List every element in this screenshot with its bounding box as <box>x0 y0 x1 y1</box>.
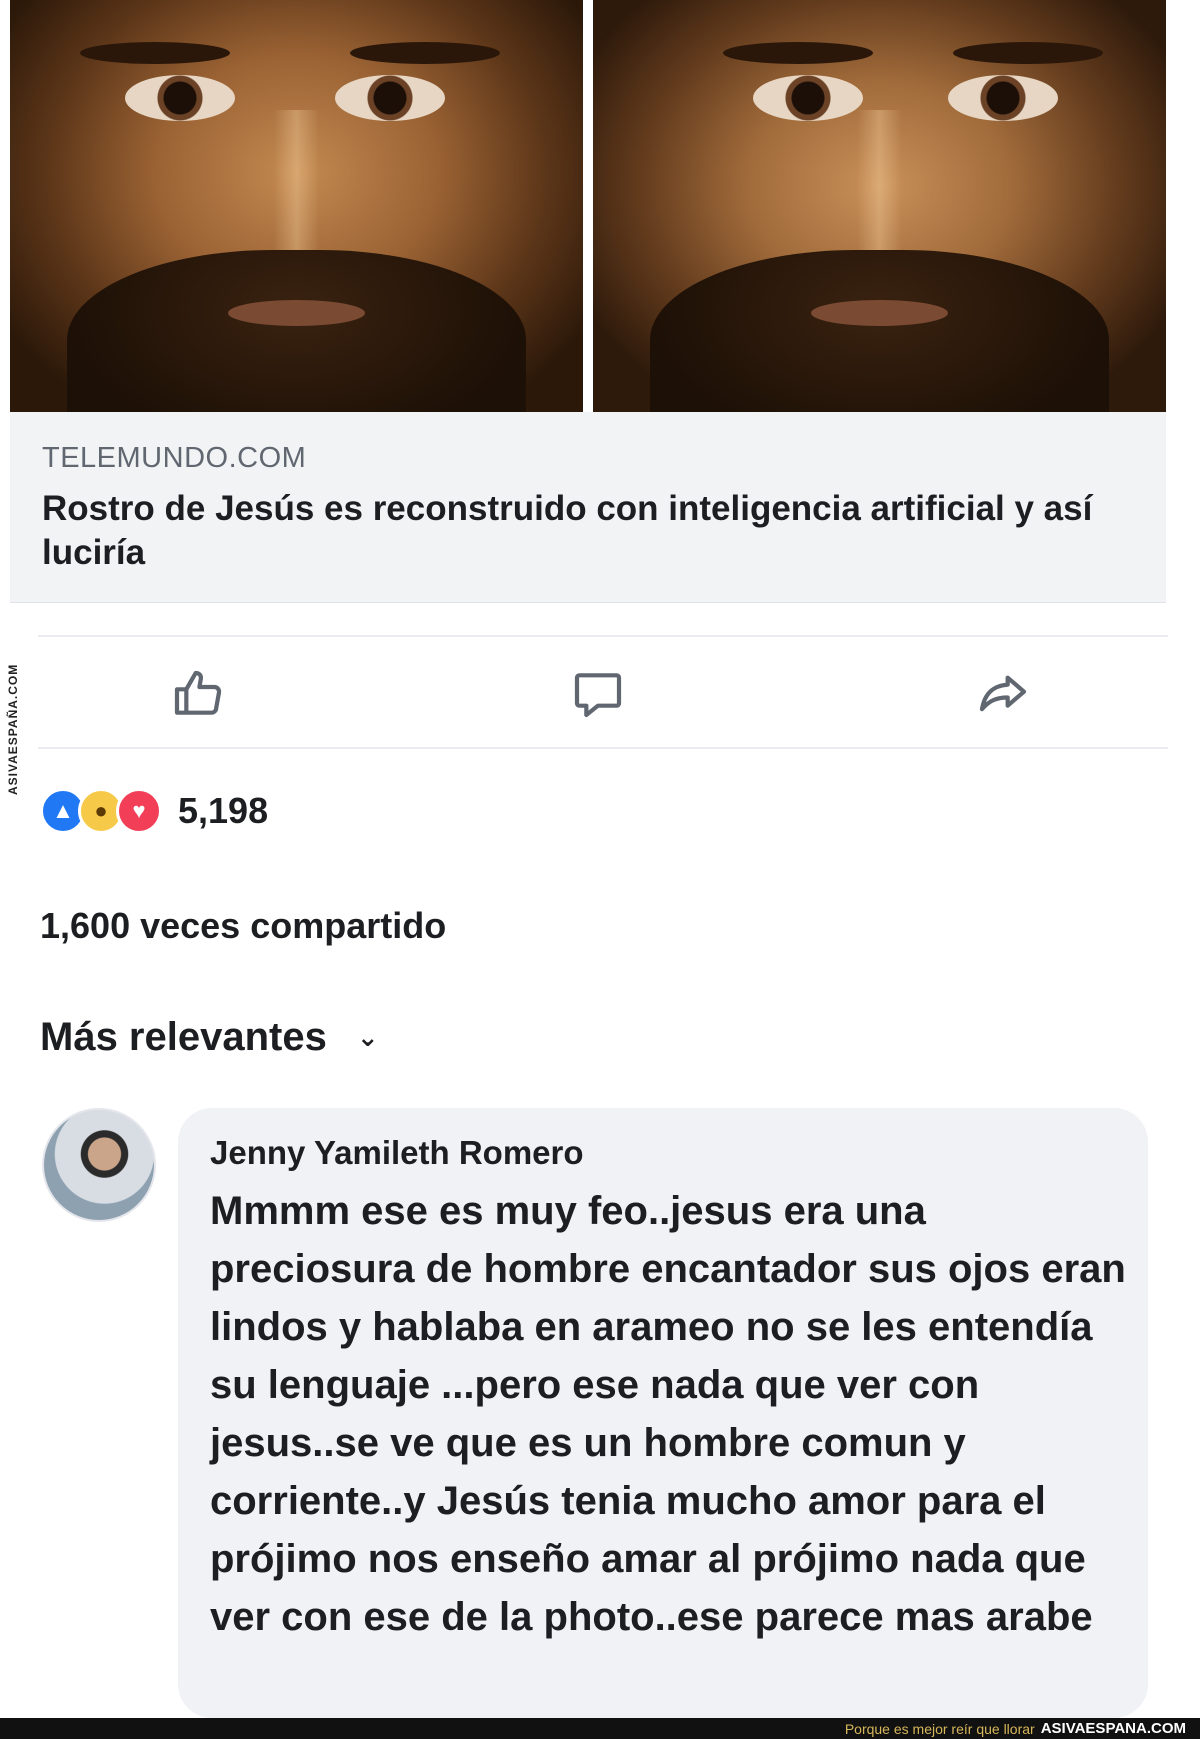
watermark-footer: Porque es mejor reír que llorar ASIVAESP… <box>0 1718 1200 1739</box>
footer-tagline: Porque es mejor reír que llorar <box>844 1720 1035 1737</box>
right-eyebrow <box>953 42 1103 64</box>
left-eye <box>125 75 235 121</box>
right-eye <box>948 75 1058 121</box>
left-eyebrow <box>80 42 230 64</box>
vertical-watermark: ASIVAESPAÑA.COM <box>6 663 20 795</box>
like-button[interactable] <box>168 664 228 724</box>
share-arrow-icon <box>979 675 1027 712</box>
post-action-bar <box>38 635 1168 749</box>
link-headline[interactable]: Rostro de Jesús es reconstruido con inte… <box>42 487 1122 575</box>
thumbs-up-icon <box>174 670 222 715</box>
share-button[interactable] <box>973 664 1033 724</box>
footer-site: ASIVAESPANA.COM <box>1040 1720 1186 1737</box>
right-eye <box>335 75 445 121</box>
nose <box>856 110 903 250</box>
comment-bubble-icon <box>574 673 622 718</box>
face-reconstruction-right <box>593 0 1166 412</box>
mouth <box>810 300 949 326</box>
left-eyebrow <box>723 42 873 64</box>
comment-bubble: Jenny Yamileth Romero Mmmm ese es muy fe… <box>178 1108 1148 1718</box>
comment-author[interactable]: Jenny Yamileth Romero <box>210 1134 584 1172</box>
face-reconstruction-left <box>10 0 583 412</box>
link-preview[interactable]: TELEMUNDO.COM Rostro de Jesús es reconst… <box>10 412 1166 603</box>
reactions-summary[interactable]: ▲ ● ♥ 5,198 <box>40 786 268 836</box>
chevron-down-icon: ⌄ <box>356 1022 379 1052</box>
article-image[interactable] <box>10 0 1166 412</box>
comment-sort-dropdown[interactable]: Más relevantes ⌄ <box>40 1015 379 1060</box>
beard <box>650 250 1109 412</box>
mouth <box>227 300 366 326</box>
sort-label: Más relevantes <box>40 1015 327 1059</box>
beard <box>67 250 526 412</box>
link-domain: TELEMUNDO.COM <box>42 442 307 474</box>
love-reaction-icon: ♥ <box>116 788 162 834</box>
left-eye <box>753 75 863 121</box>
reaction-count: 5,198 <box>178 790 269 831</box>
share-count[interactable]: 1,600 veces compartido <box>40 905 446 947</box>
nose <box>273 110 320 250</box>
right-eyebrow <box>350 42 500 64</box>
comment-text: Mmmm ese es muy feo..jesus era una preci… <box>210 1189 1126 1639</box>
comment-button[interactable] <box>568 664 628 724</box>
avatar[interactable] <box>42 1108 156 1222</box>
